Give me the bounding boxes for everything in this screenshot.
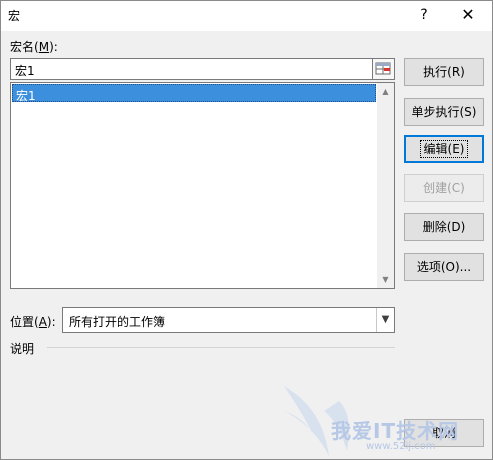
location-label: 位置(A): <box>10 315 56 329</box>
location-select[interactable]: 所有打开的工作簿 ▼ <box>62 307 395 333</box>
scroll-down-icon[interactable]: ▼ <box>377 271 394 288</box>
macro-dialog: 宏 ? ✕ 宏名(M): 宏1 宏1 ▲ ▼ 位置(A): 所有打开的工作簿 ▼… <box>0 0 493 460</box>
options-button[interactable]: 选项(O)... <box>404 253 484 281</box>
watermark-url: www.52ij.com <box>366 441 436 452</box>
run-button[interactable]: 执行(R) <box>404 58 484 86</box>
collapse-dialog-button[interactable] <box>373 58 395 80</box>
location-value: 所有打开的工作簿 <box>69 315 166 329</box>
macro-name-mnemonic: M <box>38 40 50 54</box>
chevron-down-icon[interactable]: ▼ <box>376 308 394 332</box>
delete-button[interactable]: 删除(D) <box>404 213 484 241</box>
range-picker-icon <box>375 62 391 75</box>
create-button[interactable]: 创建(C) <box>404 174 484 202</box>
help-button[interactable]: ? <box>409 3 439 27</box>
macro-name-label: 宏名(M): <box>10 40 58 54</box>
macro-name-input[interactable]: 宏1 <box>10 58 373 80</box>
description-divider <box>47 347 395 348</box>
scroll-up-icon[interactable]: ▲ <box>377 83 394 100</box>
location-mnemonic: A <box>38 315 47 329</box>
close-button[interactable]: ✕ <box>453 3 483 27</box>
macro-list[interactable]: 宏1 ▲ ▼ <box>10 82 395 289</box>
macro-list-item[interactable]: 宏1 <box>12 84 376 103</box>
location-label-text: 位置 <box>10 315 35 329</box>
dialog-title: 宏 <box>8 9 21 23</box>
description-label: 说明 <box>10 342 35 356</box>
edit-button[interactable]: 编辑(E) <box>404 135 484 163</box>
edit-button-label: 编辑(E) <box>419 140 469 158</box>
list-scrollbar[interactable]: ▲ ▼ <box>377 83 394 288</box>
step-into-button[interactable]: 单步执行(S) <box>404 98 484 126</box>
title-bar: 宏 ? ✕ <box>1 1 492 31</box>
watermark-text: 我爱IT技术网 <box>331 419 460 443</box>
macro-name-label-text: 宏名 <box>10 40 35 54</box>
